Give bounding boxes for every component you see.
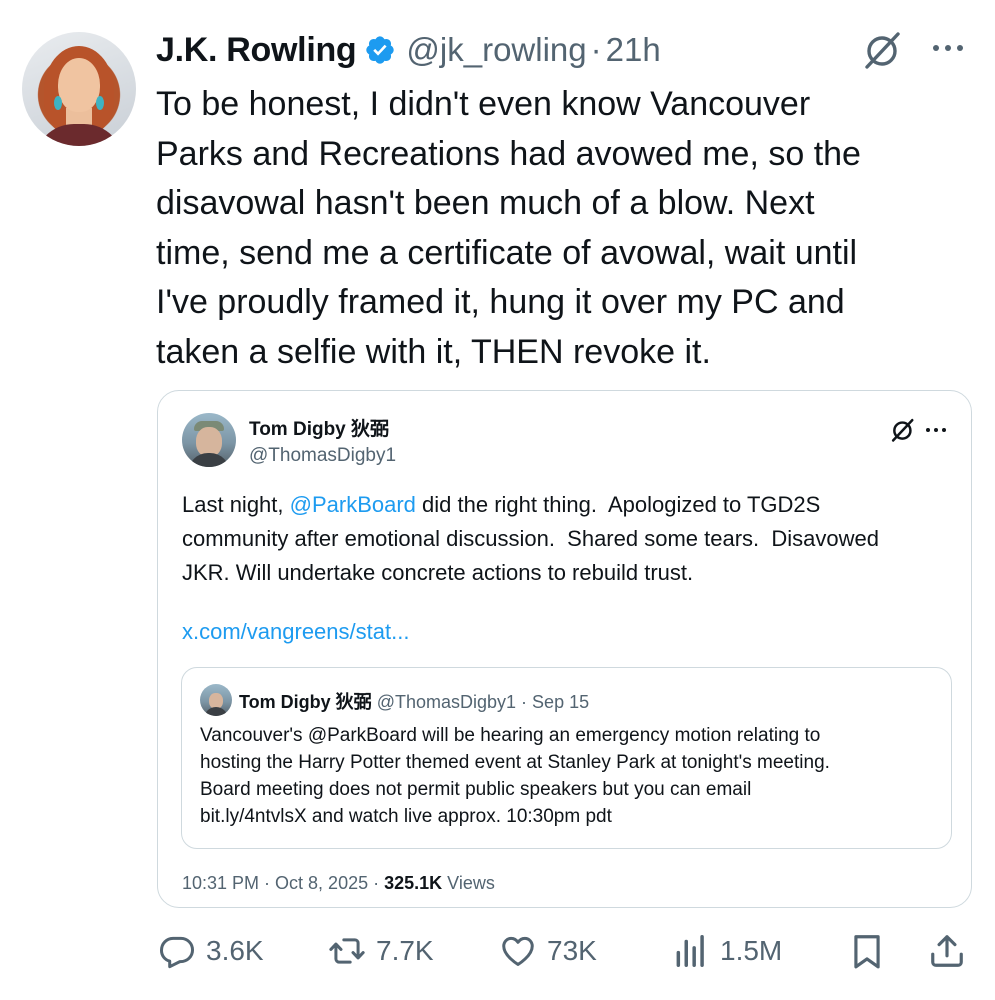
quoted-tweet-link[interactable]: x.com/vangreens/stat... bbox=[182, 619, 409, 645]
reply-button[interactable]: 3.6K bbox=[158, 928, 264, 974]
quoted-author-name[interactable]: Tom Digby 狄弼 bbox=[249, 414, 389, 441]
tweet: J.K. Rowling @jk_rowling · 21h To be hon… bbox=[0, 0, 995, 1000]
repost-count: 7.7K bbox=[376, 935, 434, 966]
nested-tweet-header: Tom Digby 狄弼 @ThomasDigby1 · Sep 15 bbox=[239, 688, 589, 714]
author-name[interactable]: J.K. Rowling bbox=[156, 31, 357, 70]
author-handle[interactable]: @jk_rowling bbox=[406, 31, 586, 69]
nested-quoted-tweet[interactable]: Tom Digby 狄弼 @ThomasDigby1 · Sep 15 Vanc… bbox=[181, 667, 952, 849]
bookmark-icon bbox=[854, 935, 880, 969]
more-icon[interactable] bbox=[924, 423, 948, 437]
repost-button[interactable]: 7.7K bbox=[328, 928, 434, 974]
bookmark-button[interactable] bbox=[848, 928, 886, 974]
nested-author-handle[interactable]: @ThomasDigby1 bbox=[377, 692, 516, 712]
tweet-text: To be honest, I didn't even know Vancouv… bbox=[156, 85, 861, 371]
grok-icon[interactable] bbox=[890, 417, 916, 443]
quoted-views-label: Views bbox=[442, 873, 495, 893]
quoted-timestamp[interactable]: 10:31 PM · Oct 8, 2025 · bbox=[182, 873, 384, 893]
views-icon bbox=[676, 935, 704, 967]
quoted-author-handle[interactable]: @ThomasDigby1 bbox=[249, 445, 396, 467]
like-count: 73K bbox=[547, 935, 597, 966]
author-avatar[interactable] bbox=[22, 32, 136, 146]
nested-author-name[interactable]: Tom Digby 狄弼 bbox=[239, 692, 372, 712]
verified-badge-icon[interactable] bbox=[364, 34, 396, 66]
reply-count: 3.6K bbox=[206, 935, 264, 966]
tweet-header: J.K. Rowling @jk_rowling · 21h bbox=[156, 28, 661, 72]
repost-icon bbox=[329, 938, 365, 964]
nested-tweet-text: Vancouver's @ParkBoard will be hearing a… bbox=[200, 725, 830, 827]
header-separator: · bbox=[590, 31, 602, 68]
share-button[interactable] bbox=[928, 928, 966, 974]
tweet-time[interactable]: 21h bbox=[606, 31, 661, 69]
nested-tweet-date[interactable]: Sep 15 bbox=[532, 692, 589, 712]
views-button[interactable]: 1.5M bbox=[672, 928, 782, 974]
more-icon[interactable] bbox=[928, 36, 968, 60]
quoted-author-avatar[interactable] bbox=[182, 413, 236, 467]
action-bar: 3.6K 7.7K 73K 1.5M bbox=[158, 928, 970, 974]
like-icon bbox=[502, 936, 534, 966]
views-count: 1.5M bbox=[720, 935, 783, 966]
quoted-tweet-meta: 10:31 PM · Oct 8, 2025 · 325.1K Views bbox=[182, 873, 495, 894]
share-icon bbox=[931, 935, 963, 967]
grok-icon[interactable] bbox=[862, 30, 904, 70]
reply-icon bbox=[159, 936, 195, 969]
nested-author-avatar[interactable] bbox=[200, 684, 232, 716]
quoted-text-before: Last night, bbox=[182, 492, 290, 517]
quoted-tweet[interactable]: Tom Digby 狄弼 @ThomasDigby1 Last night, @… bbox=[157, 390, 972, 908]
like-button[interactable]: 73K bbox=[499, 928, 597, 974]
mention-link[interactable]: @ParkBoard bbox=[290, 492, 416, 517]
quoted-views-count: 325.1K bbox=[384, 873, 443, 893]
quoted-tweet-text: Last night, @ParkBoard did the right thi… bbox=[182, 488, 952, 590]
nested-separator: · bbox=[521, 692, 528, 712]
